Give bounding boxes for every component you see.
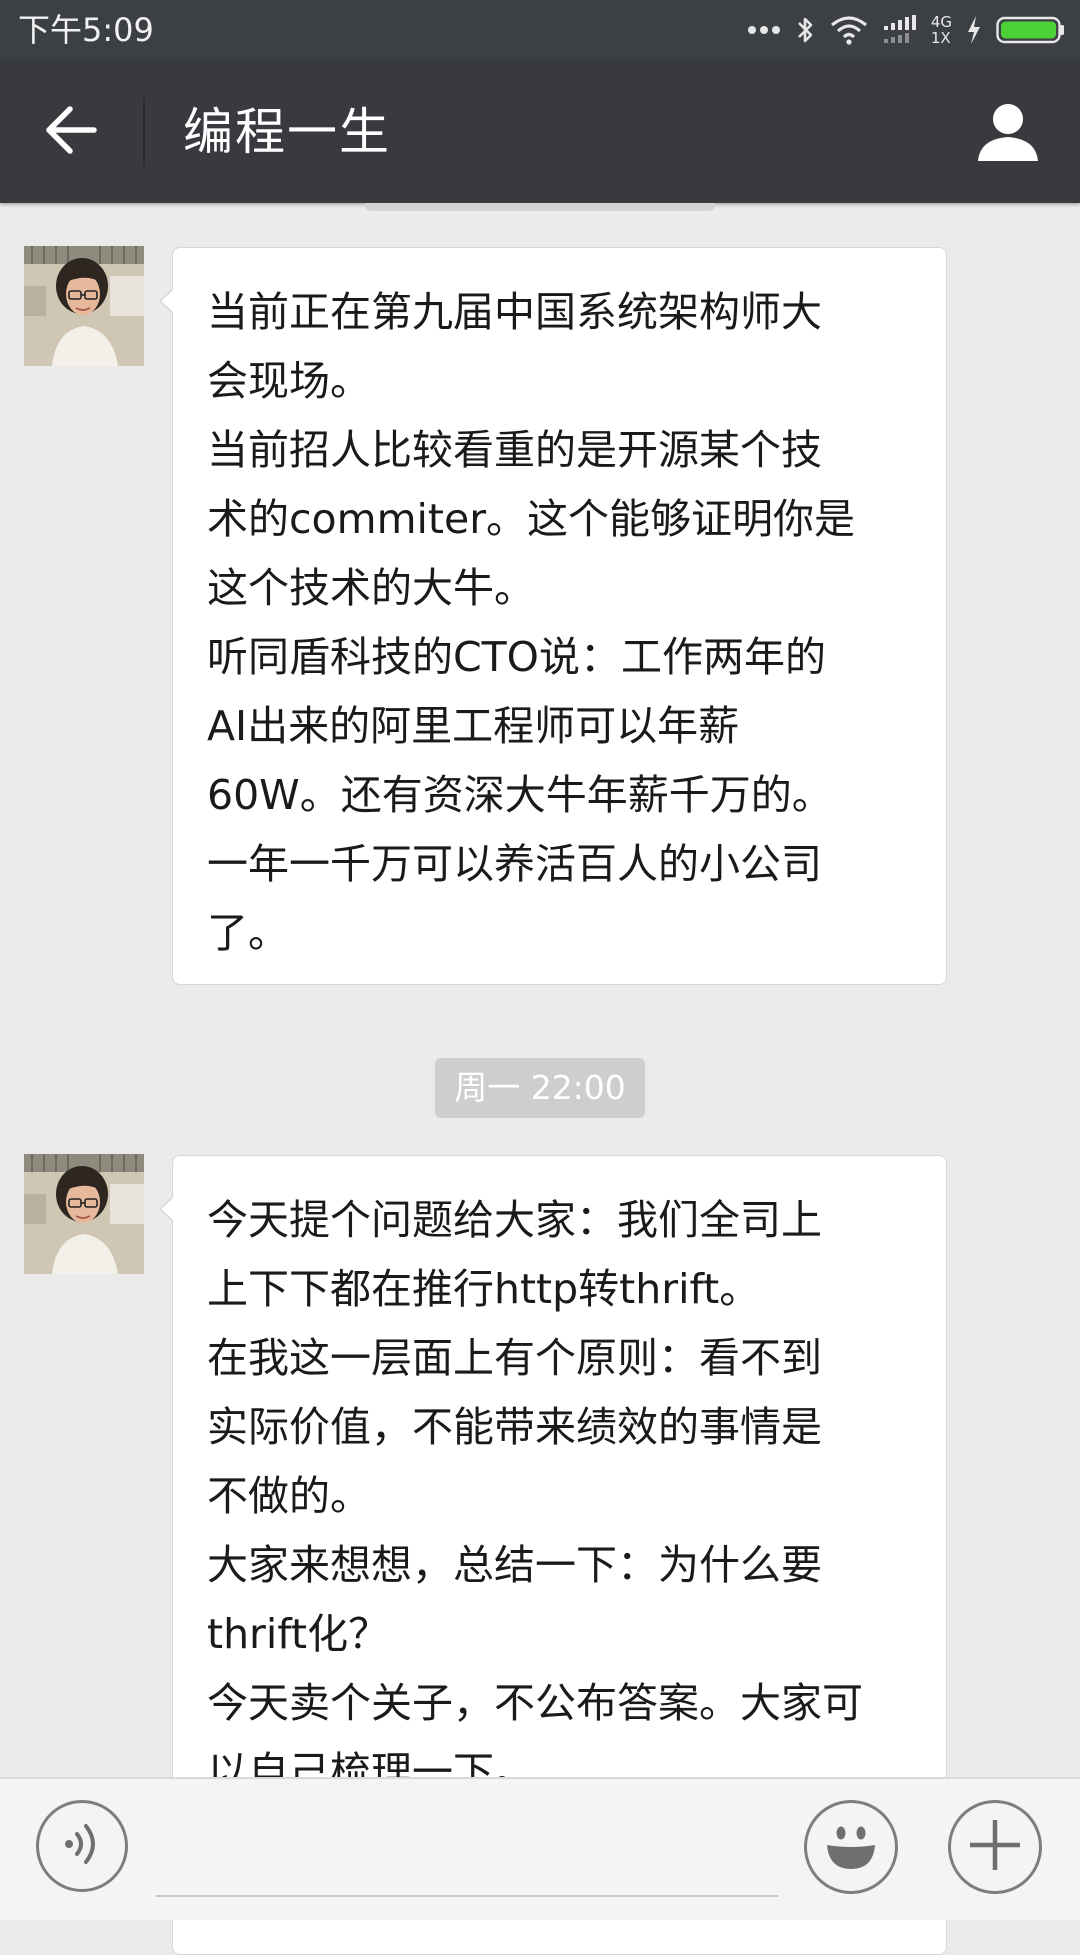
- voice-icon: [60, 1820, 104, 1872]
- message-line: thrift化？: [207, 1610, 390, 1658]
- message-line: 今天提个问题给大家：我们全司上: [207, 1196, 822, 1244]
- status-time: 下午5:09: [18, 11, 154, 49]
- sender-avatar[interactable]: [24, 1154, 144, 1274]
- message-line: 今天卖个关子，不公布答案。大家可: [207, 1679, 863, 1727]
- input-bar: [0, 1777, 1080, 1920]
- message-line: 不做的。: [207, 1472, 371, 1520]
- person-icon: [976, 101, 1040, 167]
- message-line: 上下下都在推行http转thrift。: [207, 1265, 761, 1313]
- message-line: 实际价值，不能带来绩效的事情是: [207, 1403, 822, 1451]
- bluetooth-icon: [795, 14, 815, 46]
- pull-indicator: [365, 203, 715, 211]
- message-line: AI出来的阿里工程师可以年薪: [207, 702, 740, 750]
- message-input[interactable]: [156, 1895, 778, 1897]
- chat-title: 编程一生: [183, 103, 391, 161]
- signal-icon: [883, 15, 917, 45]
- wifi-icon: [829, 15, 869, 45]
- message-line: 当前正在第九届中国系统架构师大: [207, 288, 822, 336]
- charging-icon: [966, 15, 982, 45]
- message-line: 一年一千万可以养活百人的小公司: [207, 840, 822, 888]
- message-bubble[interactable]: 当前正在第九届中国系统架构师大 会现场。 当前招人比较看重的是开源某个技 术的c…: [159, 247, 947, 985]
- battery-icon: [996, 15, 1066, 45]
- message-line: 了。: [207, 909, 289, 957]
- message-line: 这个技术的大牛。: [207, 564, 535, 612]
- back-button[interactable]: [32, 100, 112, 164]
- message-line: 听同盾科技的CTO说：工作两年的: [207, 633, 826, 681]
- message-line: 60W。还有资深大牛年薪千万的。: [207, 771, 833, 819]
- network-label: 4G 1X: [931, 14, 952, 46]
- network-type-top: 4G: [930, 13, 952, 31]
- message-line: 术的commiter。这个能够证明你是: [207, 495, 856, 543]
- status-icons: 4G 1X: [747, 8, 1066, 52]
- title-bar: 编程一生: [0, 60, 1080, 203]
- more-dots-icon: [747, 25, 781, 35]
- arrow-left-icon: [44, 105, 100, 159]
- voice-button[interactable]: [36, 1800, 128, 1892]
- message-line: 会现场。: [207, 357, 371, 405]
- profile-button[interactable]: [972, 98, 1044, 170]
- emoji-button[interactable]: [804, 1800, 898, 1894]
- message-timestamp: 周一 22:00: [435, 1058, 645, 1118]
- status-bar: 下午5:09 4G 1X: [0, 0, 1080, 60]
- emoji-icon: [819, 1813, 883, 1881]
- plus-icon: [966, 1816, 1024, 1878]
- plus-button[interactable]: [948, 1800, 1042, 1894]
- sender-avatar[interactable]: [24, 246, 144, 366]
- title-divider: [143, 98, 145, 166]
- message-line: 大家来想想，总结一下：为什么要: [207, 1541, 822, 1589]
- message-line: 当前招人比较看重的是开源某个技: [207, 426, 822, 474]
- network-type-bottom: 1X: [930, 29, 951, 47]
- message-line: 在我这一层面上有个原则：看不到: [207, 1334, 822, 1382]
